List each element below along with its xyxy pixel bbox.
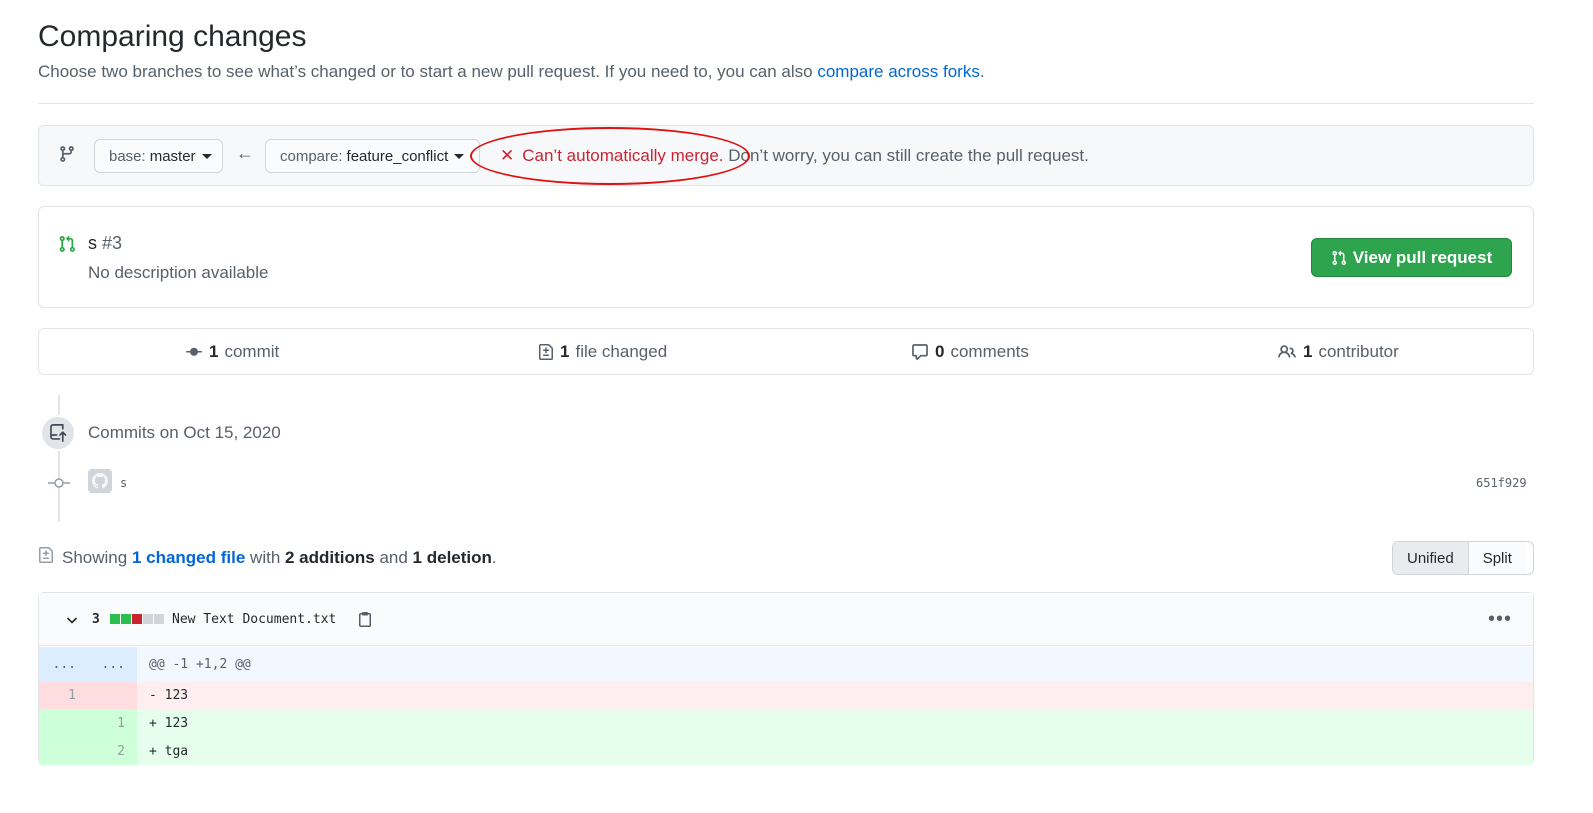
file-name-link[interactable]: New Text Document.txt (172, 612, 336, 627)
commit-icon (48, 476, 70, 495)
commits-tab[interactable]: 1 commit (185, 342, 279, 362)
old-line-number[interactable] (39, 709, 88, 737)
files-changed-tab[interactable]: 1 file changed (538, 342, 667, 362)
pull-request-icon (58, 235, 76, 258)
diffstat-blocks (110, 614, 164, 624)
hunk-text: @@ -1 +1,2 @@ (149, 657, 251, 672)
pr-title[interactable]: s #3 (88, 233, 122, 254)
chevron-down-icon[interactable] (64, 612, 80, 633)
diffstat-block-added (121, 614, 131, 624)
diff-hunk-header: ... ... @@ -1 +1,2 @@ (39, 647, 1533, 682)
diff-summary: Showing 1 changed file with 2 additions … (62, 548, 497, 567)
split-view-button[interactable]: Split (1468, 542, 1526, 574)
compare-branch-select[interactable]: compare: feature_conflict (265, 139, 480, 173)
diff-line-addition: 2 + tga (39, 737, 1533, 765)
compare-across-forks-link[interactable]: compare across forks (817, 62, 980, 81)
diffstat-count: 3 (92, 612, 100, 627)
divider (38, 103, 1534, 104)
diffstat-block-neutral (154, 614, 164, 624)
file-diff-icon (38, 546, 54, 569)
file-diff-icon (539, 344, 553, 360)
people-icon (1278, 345, 1296, 358)
git-compare-icon (58, 145, 76, 168)
github-icon (92, 473, 108, 489)
annotation-ellipse (470, 127, 750, 185)
diff-view-toggle: Unified Split (1392, 541, 1534, 575)
repo-push-icon (40, 415, 76, 451)
old-line-number[interactable]: ... (39, 647, 88, 682)
commit-message-link[interactable]: s (120, 476, 127, 490)
old-line-number[interactable] (39, 737, 88, 765)
diffstat-block-added (110, 614, 120, 624)
commit-icon (186, 347, 202, 356)
contributors-tab[interactable]: 1 contributor (1277, 342, 1399, 362)
old-line-number[interactable]: 1 (39, 682, 88, 709)
new-line-number[interactable]: ... (88, 647, 137, 682)
caret-down-icon (201, 153, 212, 159)
clipboard-icon[interactable] (357, 610, 373, 633)
diffstat-block-deleted (132, 614, 142, 624)
commit-sha-link[interactable]: 651f929 (1476, 476, 1527, 490)
kebab-horizontal-icon[interactable]: ••• (1488, 608, 1512, 631)
pull-request-icon (1332, 250, 1346, 265)
new-line-number[interactable] (88, 682, 137, 709)
base-branch-select[interactable]: base: master (94, 139, 223, 173)
new-line-number[interactable]: 1 (88, 709, 137, 737)
new-line-number[interactable]: 2 (88, 737, 137, 765)
unified-view-button[interactable]: Unified (1393, 542, 1469, 574)
existing-pull-request (38, 206, 1534, 308)
comment-icon (912, 344, 928, 360)
page-subtitle: Choose two branches to see what’s change… (38, 62, 985, 81)
page-title: Comparing changes (38, 20, 307, 53)
diff-line-deletion: 1 - 123 (39, 682, 1533, 709)
pr-description: No description available (88, 263, 269, 282)
caret-down-icon (454, 153, 465, 159)
view-pull-request-button[interactable]: View pull request (1311, 238, 1512, 277)
changed-files-link[interactable]: 1 changed file (132, 548, 245, 567)
commits-date-heading: Commits on Oct 15, 2020 (88, 423, 281, 442)
diff-code: + 123 (149, 715, 189, 731)
comments-tab[interactable]: 0 comments (911, 342, 1029, 362)
diffstat-block-neutral (143, 614, 153, 624)
avatar[interactable] (88, 469, 112, 493)
diff-code: - 123 (149, 688, 189, 703)
diff-code: + tga (149, 743, 189, 759)
diff-line-addition: 1 + 123 (39, 709, 1533, 737)
arrow-left-icon: ← (236, 143, 254, 163)
